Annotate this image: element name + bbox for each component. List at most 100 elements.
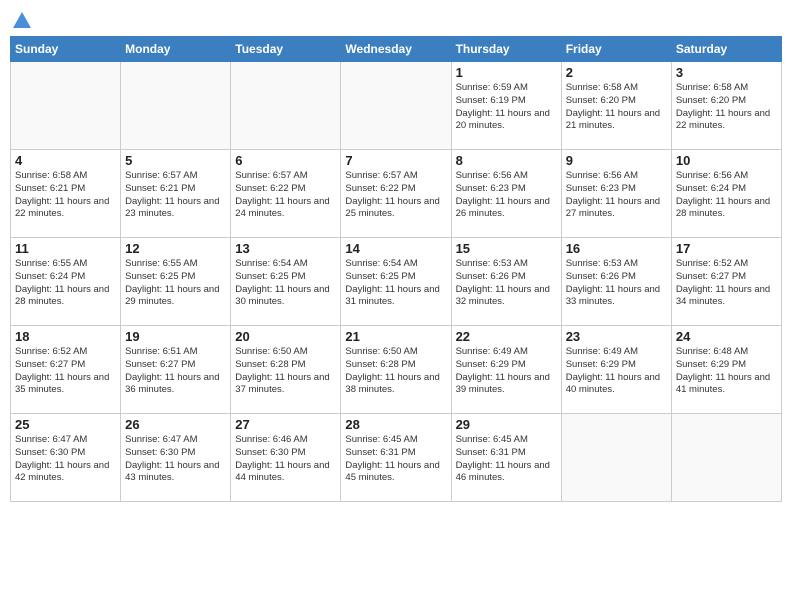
day-number: 10 <box>676 153 777 168</box>
calendar-cell <box>11 62 121 150</box>
calendar-cell: 11 Sunrise: 6:55 AM Sunset: 6:24 PM Dayli… <box>11 238 121 326</box>
calendar-cell: 9 Sunrise: 6:56 AM Sunset: 6:23 PM Daylig… <box>561 150 671 238</box>
day-number: 17 <box>676 241 777 256</box>
day-number: 22 <box>456 329 557 344</box>
day-info: Sunrise: 6:55 AM Sunset: 6:24 PM Dayligh… <box>15 258 116 309</box>
day-info: Sunrise: 6:54 AM Sunset: 6:25 PM Dayligh… <box>345 258 446 309</box>
calendar-cell: 22 Sunrise: 6:49 AM Sunset: 6:29 PM Dayli… <box>451 326 561 414</box>
day-number: 25 <box>15 417 116 432</box>
day-info: Sunrise: 6:55 AM Sunset: 6:25 PM Dayligh… <box>125 258 226 309</box>
calendar-cell: 18 Sunrise: 6:52 AM Sunset: 6:27 PM Dayli… <box>11 326 121 414</box>
day-info: Sunrise: 6:56 AM Sunset: 6:23 PM Dayligh… <box>456 170 557 221</box>
day-number: 2 <box>566 65 667 80</box>
day-number: 9 <box>566 153 667 168</box>
day-number: 28 <box>345 417 446 432</box>
day-info: Sunrise: 6:54 AM Sunset: 6:25 PM Dayligh… <box>235 258 336 309</box>
calendar-header-sunday: Sunday <box>11 37 121 62</box>
day-info: Sunrise: 6:58 AM Sunset: 6:20 PM Dayligh… <box>566 82 667 133</box>
day-number: 5 <box>125 153 226 168</box>
page: SundayMondayTuesdayWednesdayThursdayFrid… <box>0 0 792 612</box>
calendar-cell: 12 Sunrise: 6:55 AM Sunset: 6:25 PM Dayli… <box>121 238 231 326</box>
calendar-week-row: 18 Sunrise: 6:52 AM Sunset: 6:27 PM Dayli… <box>11 326 782 414</box>
calendar-cell: 14 Sunrise: 6:54 AM Sunset: 6:25 PM Dayli… <box>341 238 451 326</box>
calendar-cell: 8 Sunrise: 6:56 AM Sunset: 6:23 PM Daylig… <box>451 150 561 238</box>
day-number: 16 <box>566 241 667 256</box>
calendar-cell: 29Sunrise: 6:45 AM Sunset: 6:31 PM Dayli… <box>451 414 561 502</box>
day-info: Sunrise: 6:47 AM Sunset: 6:30 PM Dayligh… <box>15 434 116 485</box>
calendar-cell: 23Sunrise: 6:49 AM Sunset: 6:29 PM Dayli… <box>561 326 671 414</box>
calendar-cell: 17Sunrise: 6:52 AM Sunset: 6:27 PM Dayli… <box>671 238 781 326</box>
calendar-table: SundayMondayTuesdayWednesdayThursdayFrid… <box>10 36 782 502</box>
day-info: Sunrise: 6:49 AM Sunset: 6:29 PM Dayligh… <box>456 346 557 397</box>
day-number: 11 <box>15 241 116 256</box>
day-number: 1 <box>456 65 557 80</box>
calendar-cell: 26 Sunrise: 6:47 AM Sunset: 6:30 PM Dayli… <box>121 414 231 502</box>
day-number: 18 <box>15 329 116 344</box>
calendar-header-thursday: Thursday <box>451 37 561 62</box>
calendar-week-row: 25 Sunrise: 6:47 AM Sunset: 6:30 PM Dayli… <box>11 414 782 502</box>
calendar-cell: 28 Sunrise: 6:45 AM Sunset: 6:31 PM Dayli… <box>341 414 451 502</box>
day-number: 19 <box>125 329 226 344</box>
calendar-header-monday: Monday <box>121 37 231 62</box>
calendar-cell: 16 Sunrise: 6:53 AM Sunset: 6:26 PM Dayli… <box>561 238 671 326</box>
day-info: Sunrise: 6:59 AM Sunset: 6:19 PM Dayligh… <box>456 82 557 133</box>
calendar-cell: 2 Sunrise: 6:58 AM Sunset: 6:20 PM Daylig… <box>561 62 671 150</box>
day-number: 21 <box>345 329 446 344</box>
calendar-header-wednesday: Wednesday <box>341 37 451 62</box>
day-info: Sunrise: 6:58 AM Sunset: 6:20 PM Dayligh… <box>676 82 777 133</box>
day-info: Sunrise: 6:56 AM Sunset: 6:23 PM Dayligh… <box>566 170 667 221</box>
calendar-cell: 3Sunrise: 6:58 AM Sunset: 6:20 PM Daylig… <box>671 62 781 150</box>
calendar-header-saturday: Saturday <box>671 37 781 62</box>
day-info: Sunrise: 6:50 AM Sunset: 6:28 PM Dayligh… <box>345 346 446 397</box>
calendar-cell <box>341 62 451 150</box>
day-number: 27 <box>235 417 336 432</box>
calendar-week-row: 1 Sunrise: 6:59 AM Sunset: 6:19 PM Daylig… <box>11 62 782 150</box>
header <box>10 10 782 28</box>
day-info: Sunrise: 6:49 AM Sunset: 6:29 PM Dayligh… <box>566 346 667 397</box>
calendar-cell: 27 Sunrise: 6:46 AM Sunset: 6:30 PM Dayli… <box>231 414 341 502</box>
calendar-cell: 7Sunrise: 6:57 AM Sunset: 6:22 PM Daylig… <box>341 150 451 238</box>
calendar-cell <box>561 414 671 502</box>
day-info: Sunrise: 6:57 AM Sunset: 6:22 PM Dayligh… <box>235 170 336 221</box>
day-info: Sunrise: 6:46 AM Sunset: 6:30 PM Dayligh… <box>235 434 336 485</box>
day-info: Sunrise: 6:53 AM Sunset: 6:26 PM Dayligh… <box>456 258 557 309</box>
calendar-cell: 1 Sunrise: 6:59 AM Sunset: 6:19 PM Daylig… <box>451 62 561 150</box>
day-number: 24 <box>676 329 777 344</box>
calendar-week-row: 11 Sunrise: 6:55 AM Sunset: 6:24 PM Dayli… <box>11 238 782 326</box>
day-info: Sunrise: 6:50 AM Sunset: 6:28 PM Dayligh… <box>235 346 336 397</box>
day-info: Sunrise: 6:57 AM Sunset: 6:21 PM Dayligh… <box>125 170 226 221</box>
day-number: 26 <box>125 417 226 432</box>
calendar-cell <box>121 62 231 150</box>
calendar-header-tuesday: Tuesday <box>231 37 341 62</box>
day-number: 13 <box>235 241 336 256</box>
day-number: 4 <box>15 153 116 168</box>
day-info: Sunrise: 6:52 AM Sunset: 6:27 PM Dayligh… <box>15 346 116 397</box>
calendar-cell: 25 Sunrise: 6:47 AM Sunset: 6:30 PM Dayli… <box>11 414 121 502</box>
logo <box>10 10 34 28</box>
day-info: Sunrise: 6:48 AM Sunset: 6:29 PM Dayligh… <box>676 346 777 397</box>
day-number: 12 <box>125 241 226 256</box>
day-info: Sunrise: 6:56 AM Sunset: 6:24 PM Dayligh… <box>676 170 777 221</box>
calendar-cell: 6 Sunrise: 6:57 AM Sunset: 6:22 PM Daylig… <box>231 150 341 238</box>
calendar-cell: 10 Sunrise: 6:56 AM Sunset: 6:24 PM Dayli… <box>671 150 781 238</box>
day-info: Sunrise: 6:47 AM Sunset: 6:30 PM Dayligh… <box>125 434 226 485</box>
day-number: 15 <box>456 241 557 256</box>
calendar-week-row: 4Sunrise: 6:58 AM Sunset: 6:21 PM Daylig… <box>11 150 782 238</box>
day-number: 14 <box>345 241 446 256</box>
day-number: 8 <box>456 153 557 168</box>
day-info: Sunrise: 6:45 AM Sunset: 6:31 PM Dayligh… <box>345 434 446 485</box>
calendar-cell: 13 Sunrise: 6:54 AM Sunset: 6:25 PM Dayli… <box>231 238 341 326</box>
calendar-cell <box>231 62 341 150</box>
calendar-header-row: SundayMondayTuesdayWednesdayThursdayFrid… <box>11 37 782 62</box>
calendar-header-friday: Friday <box>561 37 671 62</box>
calendar-cell <box>671 414 781 502</box>
day-info: Sunrise: 6:53 AM Sunset: 6:26 PM Dayligh… <box>566 258 667 309</box>
calendar-cell: 19Sunrise: 6:51 AM Sunset: 6:27 PM Dayli… <box>121 326 231 414</box>
calendar-cell: 20Sunrise: 6:50 AM Sunset: 6:28 PM Dayli… <box>231 326 341 414</box>
day-number: 6 <box>235 153 336 168</box>
calendar-cell: 4Sunrise: 6:58 AM Sunset: 6:21 PM Daylig… <box>11 150 121 238</box>
calendar-cell: 21 Sunrise: 6:50 AM Sunset: 6:28 PM Dayli… <box>341 326 451 414</box>
day-number: 7 <box>345 153 446 168</box>
calendar-cell: 15 Sunrise: 6:53 AM Sunset: 6:26 PM Dayli… <box>451 238 561 326</box>
day-number: 29 <box>456 417 557 432</box>
